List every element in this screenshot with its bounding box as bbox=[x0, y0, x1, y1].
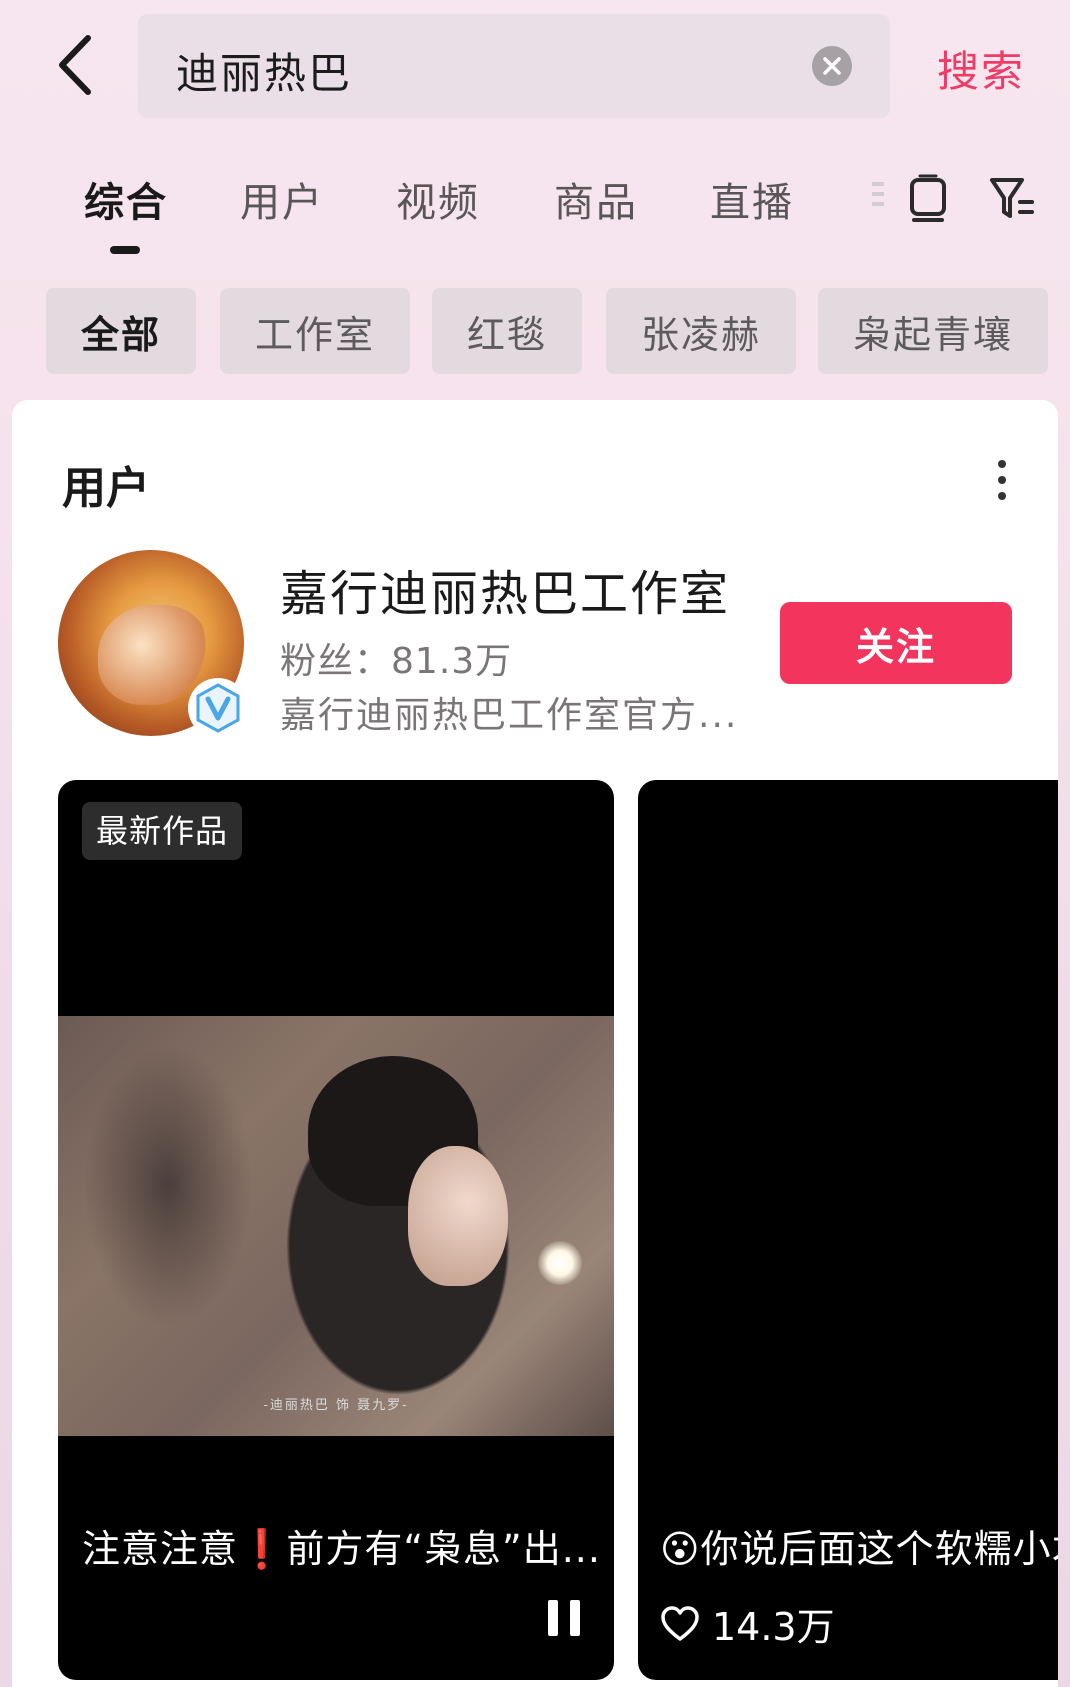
back-button[interactable] bbox=[52, 30, 108, 100]
like-count-value: 14.3万 bbox=[712, 1605, 835, 1649]
video-title: 注意注意❗前方有“枭息”出... bbox=[82, 1527, 601, 1571]
heart-icon bbox=[661, 1605, 699, 1641]
clear-search-button[interactable] bbox=[812, 46, 852, 86]
chip-drama-title[interactable]: 枭起青壤 bbox=[818, 288, 1048, 374]
tablet-mode-button[interactable] bbox=[906, 172, 950, 224]
video-card[interactable]: 😮你说后面这个软糯小才 14.3万 bbox=[638, 780, 1058, 1680]
user-name[interactable]: 嘉行迪丽热巴工作室 bbox=[280, 554, 730, 624]
fans-count: 粉丝：81.3万 bbox=[280, 632, 512, 684]
tab-live[interactable]: 直播 bbox=[710, 170, 794, 228]
category-tabs: 综合 用户 视频 商品 直播 bbox=[0, 160, 1070, 260]
like-count: 14.3万 bbox=[660, 1596, 835, 1651]
filter-chips: 全部 工作室 红毯 张凌赫 枭起青壤 bbox=[0, 288, 1070, 376]
search-input[interactable]: 迪丽热巴 bbox=[176, 40, 352, 101]
chip-zhang-linghe[interactable]: 张凌赫 bbox=[606, 288, 796, 374]
fans-value: 81.3万 bbox=[391, 641, 513, 682]
back-arrow-icon bbox=[59, 35, 91, 95]
fans-label: 粉丝： bbox=[280, 641, 392, 682]
tab-overflow-fade bbox=[868, 174, 888, 214]
video-subtitle: -迪丽热巴 饰 聂九罗- bbox=[263, 1398, 409, 1413]
filter-button[interactable] bbox=[988, 172, 1036, 224]
section-title: 用户 bbox=[62, 463, 150, 514]
video-thumbnail: -迪丽热巴 饰 聂九罗- bbox=[58, 1016, 614, 1436]
more-icon bbox=[998, 460, 1006, 468]
active-tab-indicator bbox=[110, 246, 140, 254]
more-options-button[interactable] bbox=[996, 460, 1008, 500]
user-description: 嘉行迪丽热巴工作室官方... bbox=[280, 695, 739, 736]
search-button[interactable]: 搜索 bbox=[937, 38, 1025, 99]
video-title: 😮你说后面这个软糯小才 bbox=[660, 1527, 1058, 1571]
tablet-icon bbox=[910, 174, 946, 222]
search-box[interactable]: 迪丽热巴 bbox=[138, 14, 890, 118]
chip-red-carpet[interactable]: 红毯 bbox=[432, 288, 582, 374]
verified-badge bbox=[188, 678, 248, 738]
results-card: 用户 嘉行迪丽热巴工作室 粉丝：81.3万 嘉行迪丽热巴工作室官方... 关注 … bbox=[12, 400, 1058, 1687]
verified-icon bbox=[196, 683, 240, 733]
pause-button[interactable] bbox=[546, 1598, 582, 1638]
tab-users[interactable]: 用户 bbox=[240, 170, 324, 228]
tab-videos[interactable]: 视频 bbox=[396, 170, 480, 228]
filter-icon bbox=[990, 178, 1034, 218]
video-card-latest[interactable]: 最新作品 -迪丽热巴 饰 聂九罗- 注意注意❗前方有“枭息”出... bbox=[58, 780, 614, 1680]
tab-comprehensive[interactable]: 综合 bbox=[84, 170, 168, 228]
follow-button[interactable]: 关注 bbox=[780, 602, 1012, 684]
pause-icon bbox=[548, 1600, 580, 1636]
tab-products[interactable]: 商品 bbox=[554, 170, 638, 228]
chip-all[interactable]: 全部 bbox=[46, 288, 196, 374]
latest-work-badge: 最新作品 bbox=[82, 802, 243, 860]
clear-icon bbox=[823, 57, 841, 75]
chip-studio[interactable]: 工作室 bbox=[220, 288, 410, 374]
